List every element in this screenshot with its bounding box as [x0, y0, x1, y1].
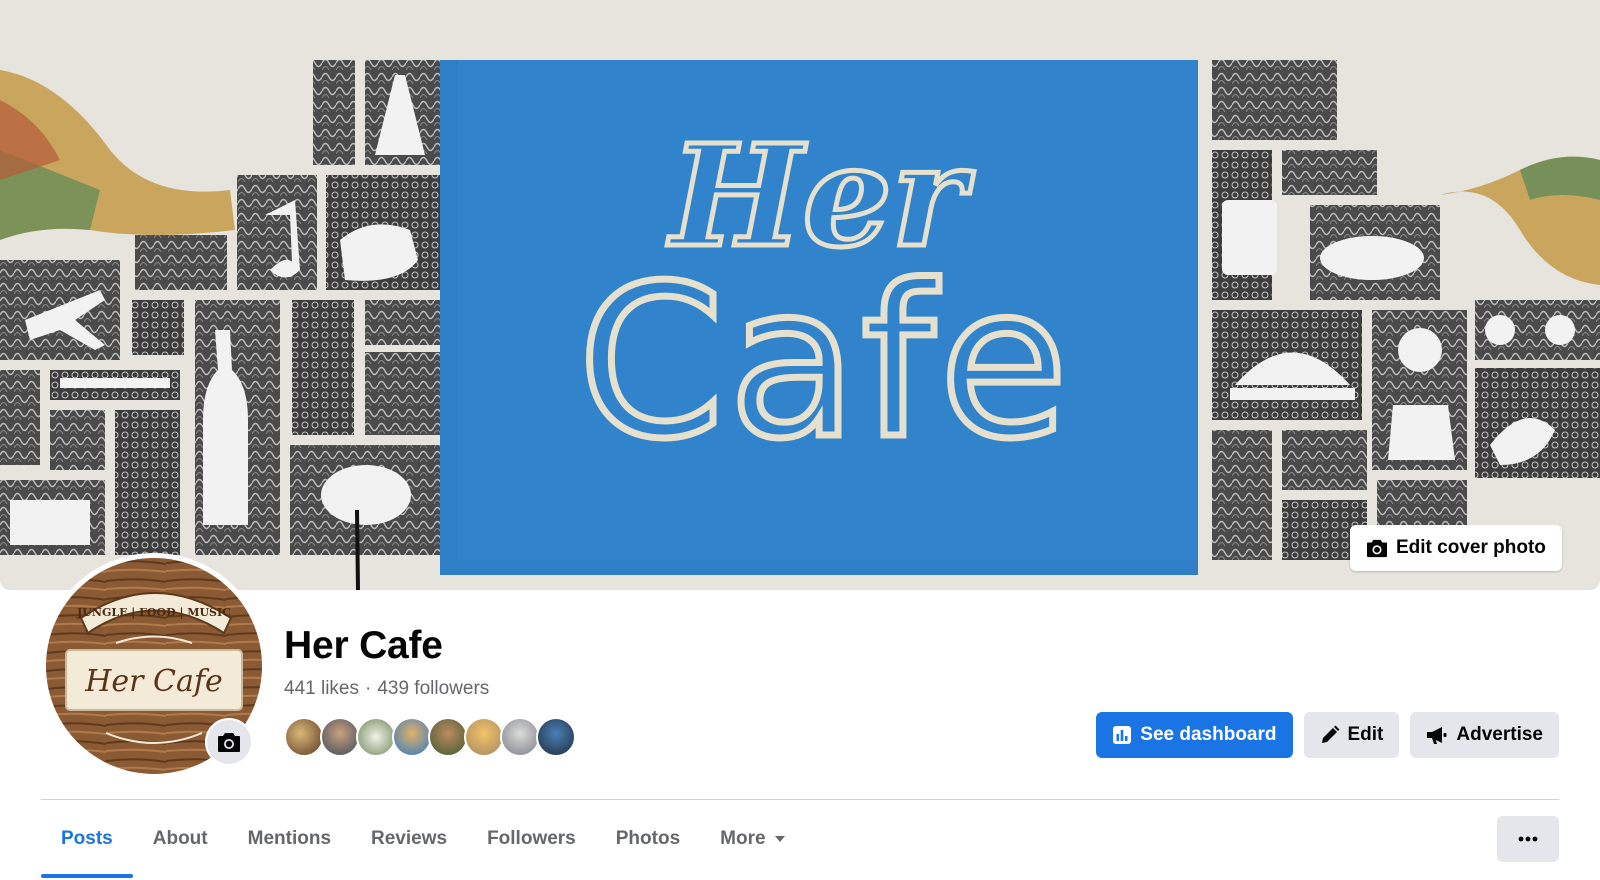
logo-wordmark: Her Cafe — [84, 664, 223, 699]
see-dashboard-button[interactable]: See dashboard — [1096, 712, 1293, 758]
follower-avatar[interactable] — [356, 717, 396, 757]
follower-avatar[interactable] — [464, 717, 504, 757]
see-dashboard-label: See dashboard — [1140, 724, 1277, 745]
ellipsis-icon — [1518, 836, 1538, 842]
page-stats: 441 likes · 439 followers — [284, 678, 489, 700]
stats-separator: · — [365, 678, 372, 699]
camera-icon — [218, 733, 240, 752]
tab-label: Reviews — [371, 828, 448, 849]
page-actions: See dashboard Edit Advertise — [1096, 712, 1559, 758]
advertise-button[interactable]: Advertise — [1410, 712, 1559, 758]
tab-label: Photos — [615, 828, 681, 849]
tab-label: About — [152, 828, 208, 849]
cover-image: Her Cafe — [0, 0, 1600, 590]
tab-label: Posts — [61, 828, 113, 849]
tab-photos[interactable]: Photos — [596, 800, 700, 878]
page-header: Her Cafe Edit cover photo JUNGLE | FOOD … — [0, 0, 1600, 880]
edit-cover-photo-button[interactable]: Edit cover photo — [1350, 525, 1562, 571]
megaphone-icon — [1427, 727, 1447, 744]
tab-more[interactable]: More — [700, 800, 805, 878]
follower-avatar[interactable] — [284, 717, 324, 757]
cover-photo[interactable]: Her Cafe Edit cover photo — [0, 0, 1600, 590]
page-tabs: Posts About Mentions Reviews Followers P… — [41, 800, 806, 878]
tab-reviews[interactable]: Reviews — [351, 800, 467, 878]
tab-about[interactable]: About — [133, 800, 228, 878]
follower-avatar[interactable] — [320, 717, 360, 757]
pencil-icon — [1321, 725, 1339, 743]
more-options-button[interactable] — [1497, 816, 1559, 862]
likes-count[interactable]: 441 likes — [284, 678, 359, 700]
follower-avatar[interactable] — [428, 717, 468, 757]
follower-avatar[interactable] — [500, 717, 540, 757]
edit-button[interactable]: Edit — [1303, 712, 1400, 758]
follower-avatar[interactable] — [536, 717, 576, 757]
follower-avatars — [284, 717, 576, 757]
sign-line-2: Cafe — [578, 240, 1072, 485]
follower-avatar[interactable] — [392, 717, 432, 757]
tab-label: Mentions — [247, 828, 332, 849]
tab-mentions[interactable]: Mentions — [228, 800, 351, 878]
tab-followers[interactable]: Followers — [467, 800, 596, 878]
followers-count[interactable]: 439 followers — [377, 678, 489, 700]
tab-label: More — [720, 828, 766, 849]
camera-icon — [1367, 539, 1387, 558]
tab-label: Followers — [487, 828, 576, 849]
page-title: Her Cafe — [284, 624, 443, 667]
caret-down-icon — [774, 836, 785, 842]
advertise-label: Advertise — [1456, 724, 1543, 745]
logo-banner-text: JUNGLE | FOOD | MUSIC — [76, 606, 231, 619]
edit-cover-photo-label: Edit cover photo — [1396, 537, 1546, 558]
tab-posts[interactable]: Posts — [41, 800, 133, 878]
bar-chart-icon — [1113, 726, 1132, 744]
edit-label: Edit — [1347, 724, 1384, 745]
update-profile-picture-button[interactable] — [205, 718, 253, 766]
